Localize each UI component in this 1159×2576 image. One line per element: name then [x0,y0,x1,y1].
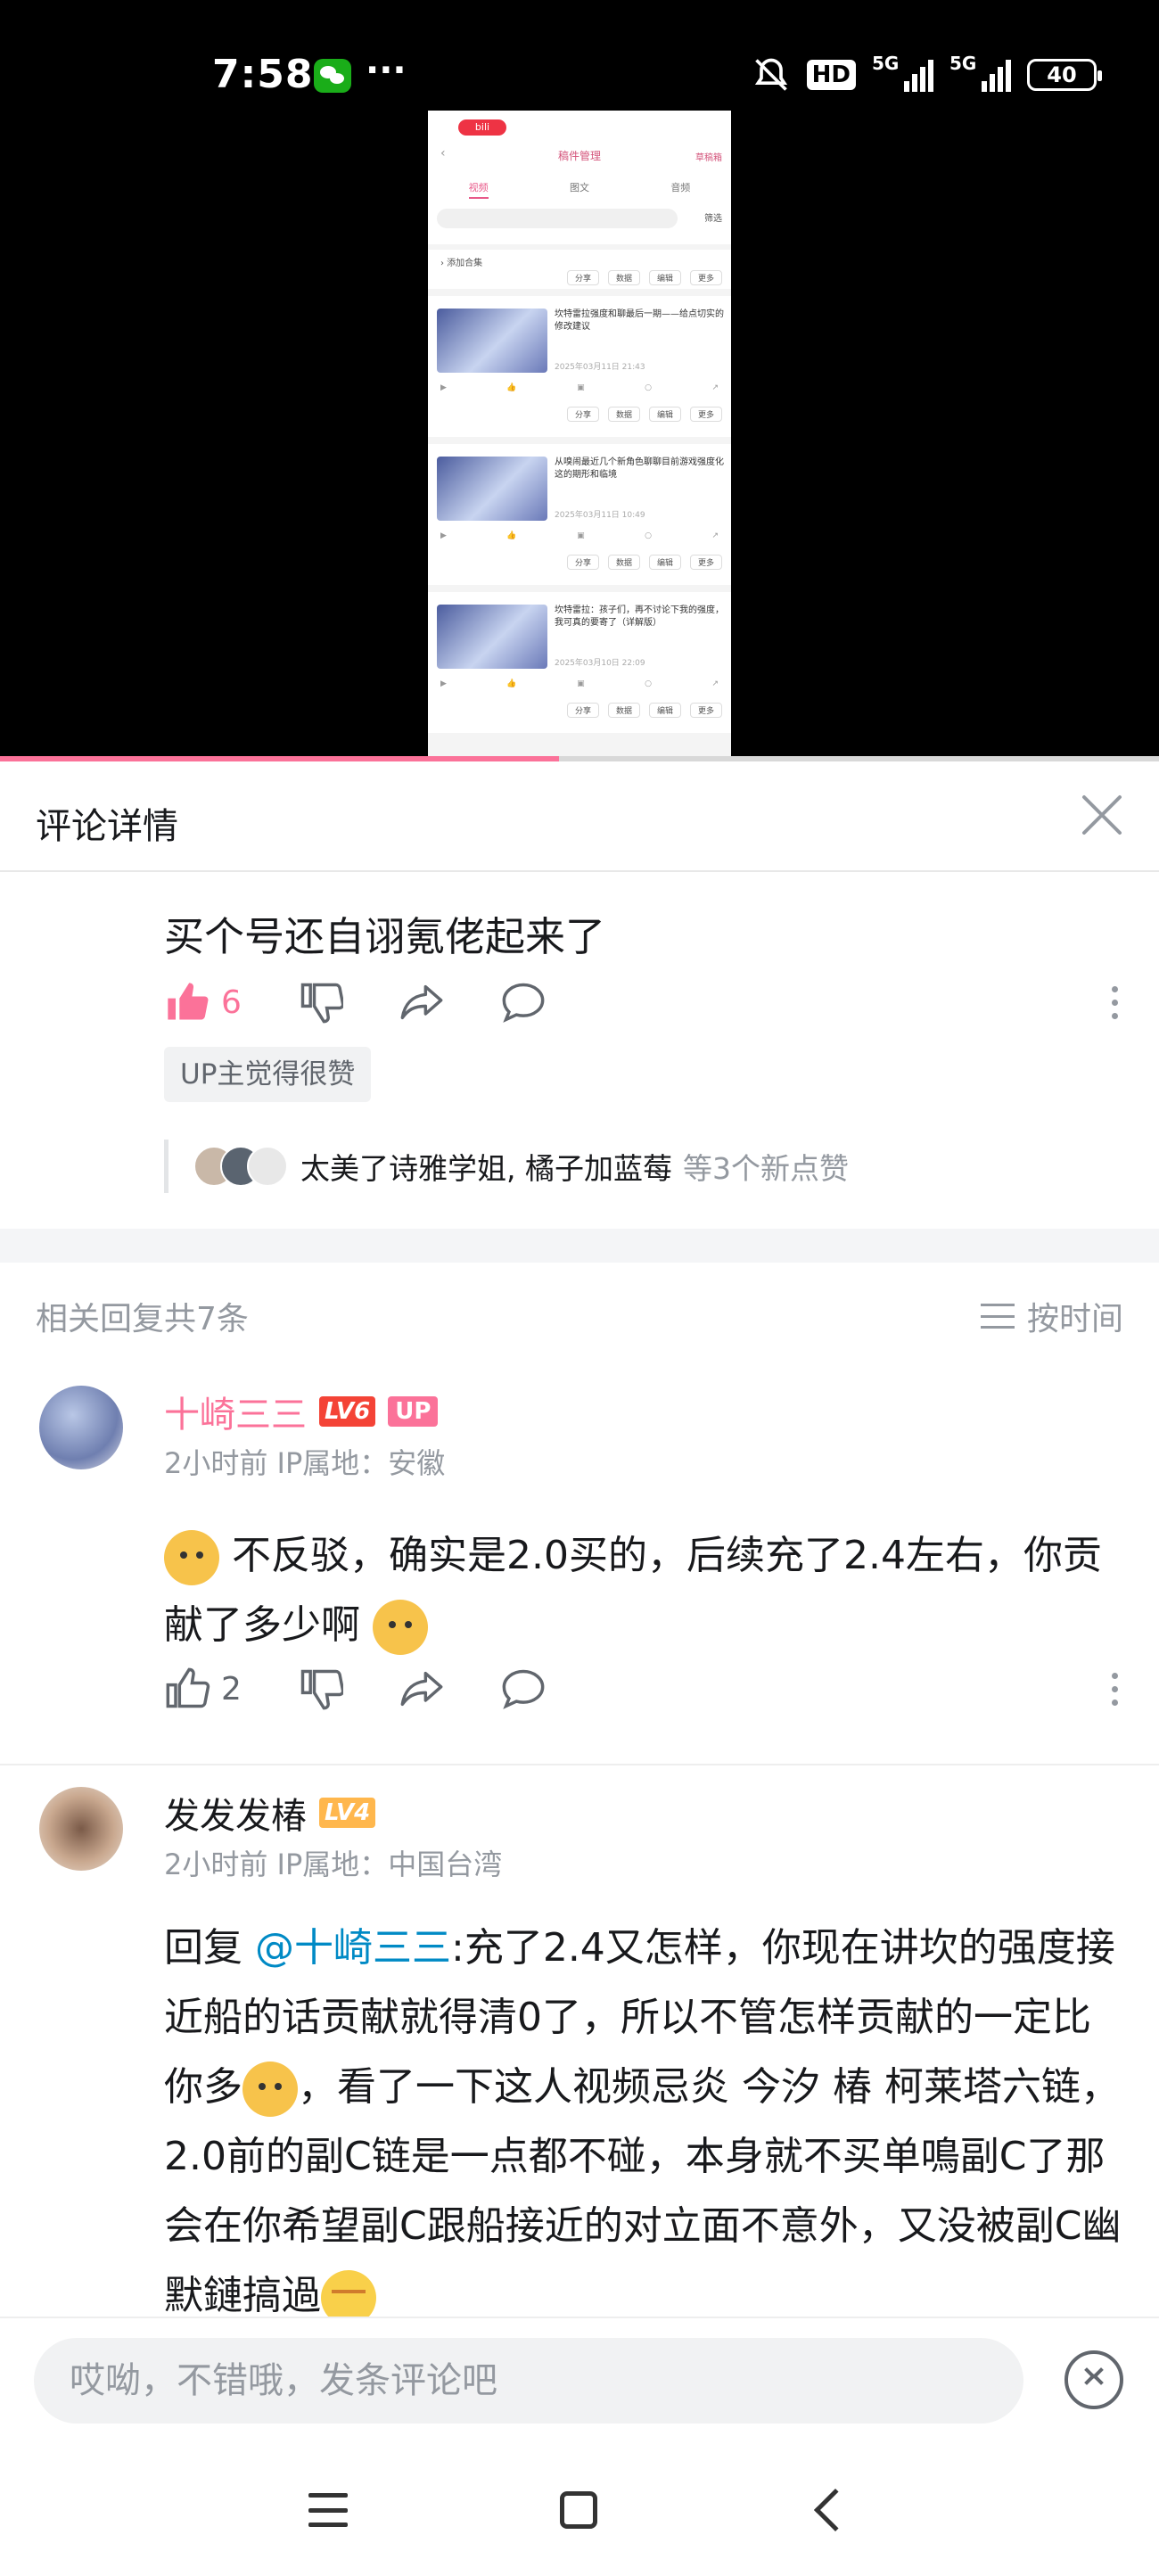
reply-meta: 2小时前 IP属地：安徽 [164,1446,446,1480]
mock-tab: 图文 [569,182,589,193]
thumbs-up-icon [166,1667,210,1708]
video-player[interactable]: 7:58 ··· HD 5G 5G 40 bili ‹ 稿件管理 草稿箱 视频 … [0,0,1159,760]
divider [0,1764,1159,1765]
section-separator [0,1229,1159,1263]
mock-tab: 视频 [468,180,489,199]
liker-names: 太美了诗雅学姐, 橘子加蓝莓 [300,1151,672,1186]
main-comment: 买个号还自诩氪佬起来了 6 UP主觉得很赞 太美了诗雅学姐, 橘子加蓝莓 等3个… [0,872,1159,1229]
more-notifications-icon: ··· [366,50,407,91]
dislike-button[interactable] [297,979,343,1025]
username-row: 发发发椿 LV4 [164,1787,376,1839]
status-time: 7:58 [212,52,314,97]
mock-card: 从嗅闹最近几个新角色聊聊目前游戏强度化这的期形和临境 2025年03月11日 1… [428,444,731,585]
doge-rose-emoji-icon [373,1600,428,1655]
back-icon[interactable] [813,2488,858,2532]
replies-header: 相关回复共7条 按时间 [0,1263,1159,1361]
recent-apps-icon[interactable] [308,2493,348,2527]
level-badge: LV6 [319,1396,376,1427]
system-nav-bar [0,2441,1159,2576]
reply-meta: 2小时前 IP属地：中国台湾 [164,1848,503,1881]
mock-thumbnail [437,309,547,373]
mock-card: 坎特雷拉：孩子们，再不讨论下我的强度，我可真的要寄了（详解版） 2025年03月… [428,592,731,733]
mock-tabs: 视频 图文 音频 [428,180,731,199]
liker-avatar [247,1146,288,1187]
reply-button[interactable] [500,1666,547,1712]
bell-off-icon [754,58,787,91]
more-options-icon[interactable] [1097,975,1132,1029]
avatar[interactable] [39,1386,123,1469]
mock-tab: 音频 [670,182,691,193]
username[interactable]: 发发发椿 [164,1787,307,1839]
like-button[interactable]: 6 [164,979,242,1025]
share-icon [400,984,443,1020]
thumbs-up-filled-icon [168,983,209,1020]
reply-item: 十崎三三 LV6 UP 2小时前 IP属地：安徽 不反驳，确实是2.0买的，后续… [0,1386,1159,1655]
comment-text: 买个号还自诩氪佬起来了 [164,913,606,960]
sort-icon [980,1304,1015,1329]
comment-bubble-icon [502,1669,545,1709]
reply-text: 回复 @十崎三三:充了2.4又怎样，你现在讲坎的强度接近船的话贡献就得清0了，所… [164,1913,1123,2331]
mock-filter: 筛选 [704,214,722,224]
signal-icon: 5G [872,53,933,92]
reply-button[interactable] [500,979,547,1025]
share-icon [400,1671,443,1707]
like-button[interactable]: 2 [164,1666,242,1712]
mock-card: 坎特雷拉强度和聊最后一期——给点切实的修改建议 2025年03月11日 21:4… [428,296,731,437]
mock-draft: 草稿箱 [695,153,722,163]
username[interactable]: 十崎三三 [164,1386,307,1437]
comment-input-bar: 哎呦，不错哦，发条评论吧 [0,2317,1159,2441]
mock-add-collection: › 添加合集 分享 数据 编辑 更多 [428,250,731,289]
signal-icon-2: 5G [949,53,1011,92]
video-frame: bili ‹ 稿件管理 草稿箱 视频 图文 音频 筛选 › 添加合集 分享 数据编… [428,111,731,760]
share-button[interactable] [399,979,445,1025]
hd-badge: HD [806,60,856,90]
reply-count: 相关回复共7条 [36,1301,249,1337]
up-badge: UP [388,1396,439,1427]
mention-link[interactable]: @十崎三三 [255,1925,451,1971]
doge-emoji-icon [242,2062,298,2117]
emoji-picker-icon[interactable] [1064,2350,1123,2409]
up-liked-badge: UP主觉得很赞 [164,1047,372,1102]
mock-thumbnail [437,605,547,669]
app-logo: bili [458,119,506,136]
reply-actions: 2 [164,1662,602,1716]
comment-actions: 6 [164,975,602,1029]
comment-input[interactable]: 哎呦，不错哦，发条评论吧 [34,2338,1023,2424]
level-badge: LV4 [319,1798,376,1828]
share-button[interactable] [399,1666,445,1712]
thumbs-down-icon [300,983,343,1024]
avatar[interactable] [39,1787,123,1871]
reply-text: 不反驳，确实是2.0买的，后续充了2.4左右，你贡献了多少啊 [164,1521,1123,1660]
close-icon[interactable] [1075,788,1129,842]
sort-by-time-button[interactable]: 按时间 [980,1293,1123,1339]
dislike-button[interactable] [297,1666,343,1712]
more-options-icon[interactable] [1097,1662,1132,1716]
reply-item: 发发发椿 LV4 2小时前 IP属地：中国台湾 回复 @十崎三三:充了2.4又怎… [0,1787,1159,2325]
sort-label: 按时间 [1026,1301,1123,1337]
thumbs-down-icon [300,1669,343,1710]
wechat-icon [314,59,351,93]
comment-bubble-icon [502,983,545,1023]
mock-thumbnail [437,457,547,521]
panel-header: 评论详情 [0,761,1159,872]
like-count: 2 [221,1670,242,1708]
comment-detail-panel: 评论详情 买个号还自诩氪佬起来了 6 UP主觉得很赞 太美了诗雅学姐, 橘子加蓝… [0,761,1159,2576]
battery-icon: 40 [1027,59,1102,91]
panel-title: 评论详情 [36,806,178,847]
username-row: 十崎三三 LV6 UP [164,1386,439,1437]
mock-title: 稿件管理 [557,150,601,162]
doge-emoji-icon [164,1530,219,1585]
home-icon[interactable] [560,2491,597,2529]
mock-search [437,209,678,228]
new-likes-row[interactable]: 太美了诗雅学姐, 橘子加蓝莓 等3个新点赞 [164,1140,849,1193]
like-count: 6 [221,983,242,1021]
liker-rest: 等3个新点赞 [682,1151,849,1186]
